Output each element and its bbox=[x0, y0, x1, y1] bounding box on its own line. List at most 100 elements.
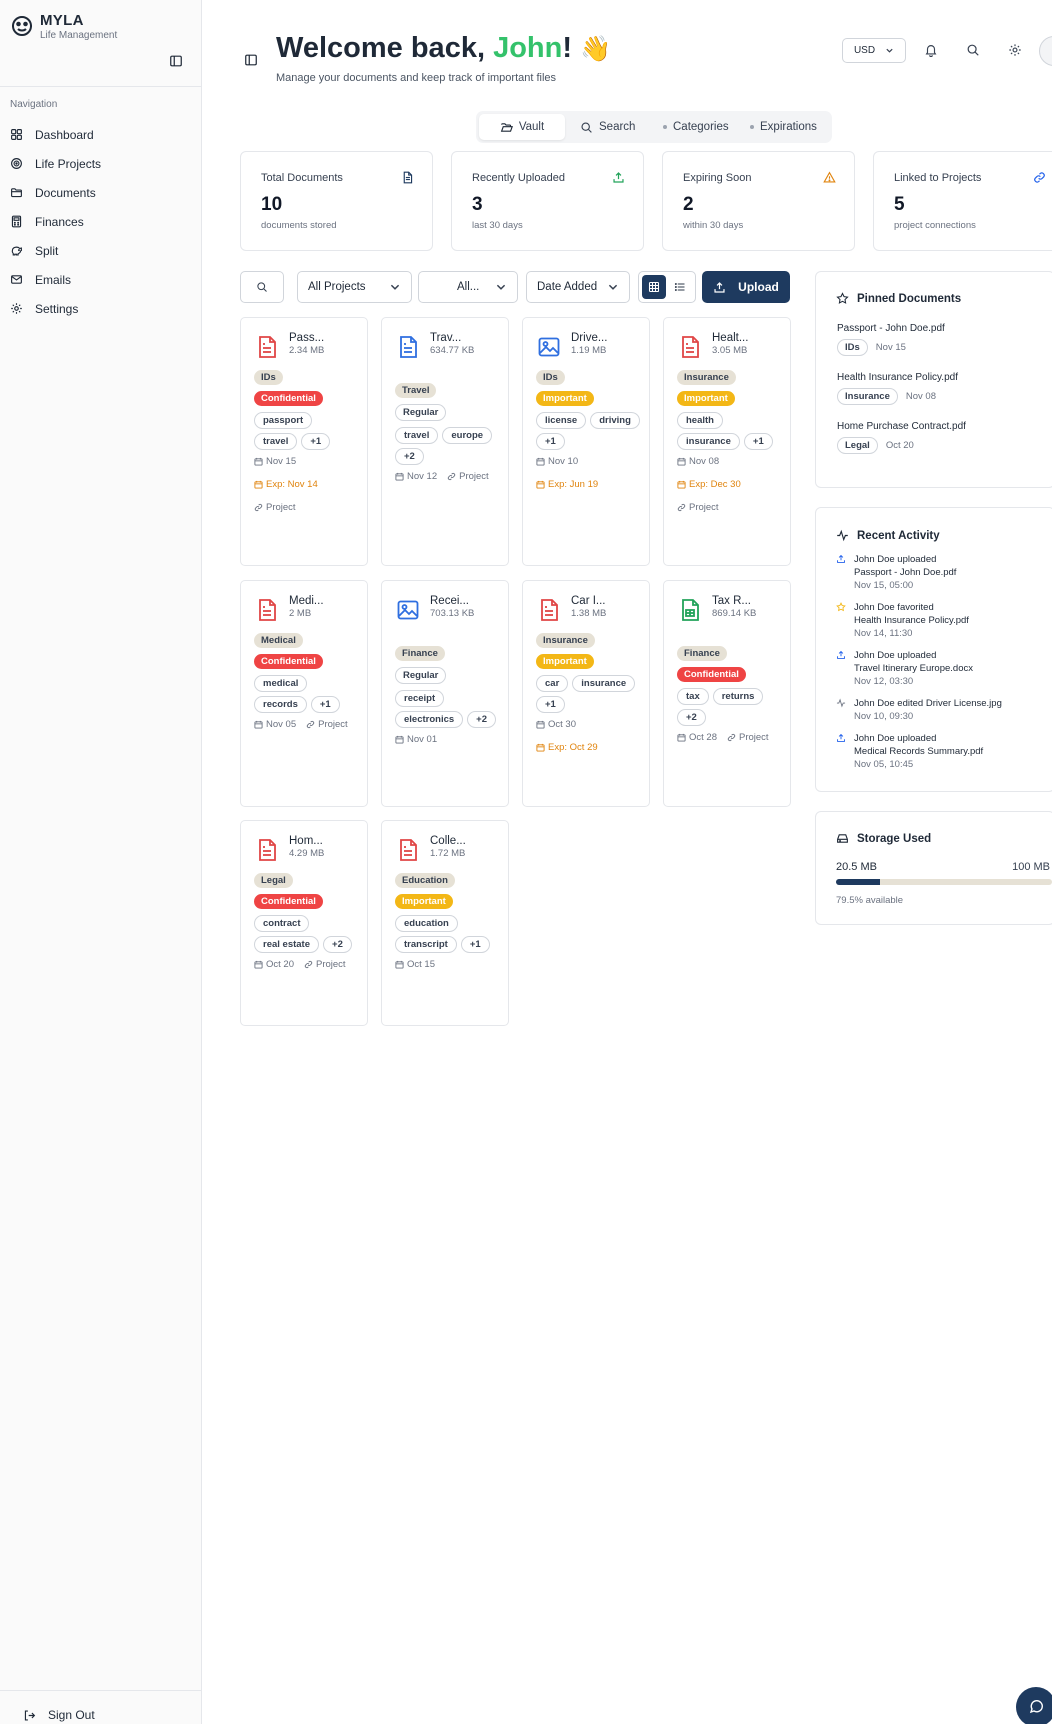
user-name: John bbox=[493, 32, 563, 64]
storage-progress-fill bbox=[836, 879, 881, 885]
document-card[interactable]: Healt... 3.05 MB Insurance Important health i… bbox=[663, 317, 791, 566]
status-row: Confidential bbox=[254, 894, 359, 909]
search-button[interactable] bbox=[240, 271, 284, 303]
document-card[interactable]: Medi... 2 MB Medical Confidential medical rec… bbox=[240, 580, 368, 807]
activity-text: John Doe uploaded bbox=[854, 733, 937, 744]
calendar-icon bbox=[395, 960, 404, 969]
tag-badge: medical bbox=[254, 675, 308, 692]
chevron-down-icon bbox=[390, 284, 400, 290]
tab-search[interactable]: Search bbox=[580, 114, 635, 140]
document-header: Car I... 1.38 MB bbox=[537, 595, 619, 624]
sign-out-button[interactable]: Sign Out bbox=[23, 1708, 95, 1722]
pinned-name: Passport - John Doe.pdf bbox=[837, 323, 945, 334]
pinned-meta: Legal Oct 20 bbox=[837, 437, 1037, 454]
tag-row: tax returns +2 bbox=[677, 688, 782, 726]
status-row: Regular bbox=[395, 667, 500, 684]
pinned-item[interactable]: Passport - John Doe.pdf IDs Nov 15 bbox=[837, 323, 1037, 356]
category-badge: Finance bbox=[677, 646, 727, 661]
tag-row: education transcript +1 bbox=[395, 915, 500, 953]
tag-badge: +1 bbox=[536, 696, 565, 713]
calendar-icon bbox=[254, 720, 263, 729]
document-body: Medical Confidential medical records +1 Nov 0… bbox=[254, 633, 359, 730]
document-card[interactable]: Hom... 4.29 MB Legal Confidential contract re… bbox=[240, 820, 368, 1026]
category-row: Legal bbox=[254, 873, 359, 888]
sidebar-item-dashboard[interactable]: Dashboard bbox=[10, 120, 190, 149]
grid-view-button[interactable] bbox=[642, 275, 666, 299]
category-row: IDs bbox=[536, 370, 641, 385]
tab-categories[interactable]: Categories bbox=[663, 114, 729, 140]
sidebar-item-split[interactable]: Split bbox=[10, 236, 190, 265]
document-dates: Nov 10 bbox=[536, 456, 641, 467]
document-meta: Healt... 3.05 MB bbox=[712, 332, 760, 361]
document-body: Legal Confidential contract real estate +2 Oc… bbox=[254, 873, 359, 970]
category-row: Education bbox=[395, 873, 500, 888]
sort-select[interactable]: Date Added bbox=[526, 271, 630, 303]
sidebar-item-label: Split bbox=[35, 243, 59, 258]
status-row: Confidential bbox=[677, 667, 782, 682]
project-filter-select[interactable]: All Projects bbox=[297, 271, 412, 303]
mail-icon bbox=[11, 275, 22, 284]
search-icon[interactable] bbox=[966, 43, 980, 57]
pinned-item[interactable]: Health Insurance Policy.pdf Insurance Nov … bbox=[837, 372, 1037, 405]
tag-badge: +2 bbox=[467, 711, 497, 728]
list-view-button[interactable] bbox=[668, 275, 692, 299]
pinned-item[interactable]: Home Purchase Contract.pdf Legal Oct 20 bbox=[837, 421, 1037, 454]
document-card[interactable]: Tax R... 869.14 KB Finance Confidential tax r… bbox=[663, 580, 791, 807]
settings-icon[interactable] bbox=[1008, 43, 1022, 57]
upload-button[interactable]: Upload bbox=[702, 271, 790, 303]
status-row: Confidential bbox=[254, 391, 359, 406]
upload-icon bbox=[613, 172, 624, 183]
project-link[interactable]: Project bbox=[304, 959, 346, 970]
document-body: Education Important education transcript +1 O… bbox=[395, 873, 500, 970]
upload-icon bbox=[714, 281, 725, 293]
chevron-down-icon bbox=[886, 48, 893, 53]
document-card[interactable]: Pass... 2.34 MB IDs Confidential passport tra… bbox=[240, 317, 368, 566]
sidebar-item-finances[interactable]: Finances bbox=[10, 207, 190, 236]
project-link[interactable]: Project bbox=[677, 502, 719, 513]
avatar[interactable] bbox=[1039, 36, 1052, 66]
project-link[interactable]: Project bbox=[254, 502, 296, 513]
tab-vault[interactable]: Vault bbox=[479, 114, 565, 140]
sidebar-item-label: Life Projects bbox=[35, 156, 102, 171]
document-card[interactable]: Recei... 703.13 KB Finance Regular receipt el… bbox=[381, 580, 509, 807]
document-card[interactable]: Trav... 634.77 KB Travel Regular travel europ… bbox=[381, 317, 509, 566]
tab-expirations[interactable]: Expirations bbox=[750, 114, 817, 140]
brand[interactable]: MYLA Life Management bbox=[10, 12, 117, 41]
sidebar-item-documents[interactable]: Documents bbox=[10, 178, 190, 207]
document-card[interactable]: Colle... 1.72 MB Education Important educati… bbox=[381, 820, 509, 1026]
grid-icon bbox=[11, 129, 22, 140]
currency-select[interactable]: USD bbox=[842, 38, 906, 63]
document-title: Pass... bbox=[289, 332, 325, 344]
sidebar-item-emails[interactable]: Emails bbox=[10, 265, 190, 294]
sidebar-toggle-icon[interactable] bbox=[169, 54, 183, 68]
stat-label: Recently Uploaded bbox=[472, 172, 565, 184]
bell-icon[interactable] bbox=[924, 43, 938, 57]
upload-icon bbox=[837, 733, 845, 742]
stat-sub: within 30 days bbox=[683, 220, 744, 231]
sidebar-divider bbox=[0, 86, 202, 87]
project-text: Project bbox=[739, 732, 769, 743]
type-filter-select[interactable]: All... bbox=[418, 271, 518, 303]
document-size: 2 MB bbox=[289, 608, 312, 619]
document-title: Colle... bbox=[430, 835, 466, 847]
tag-badge: receipt bbox=[395, 690, 445, 707]
document-card[interactable]: Car I... 1.38 MB Insurance Important car insu… bbox=[522, 580, 650, 807]
document-card[interactable]: Drive... 1.19 MB IDs Important license drivin… bbox=[522, 317, 650, 566]
project-link[interactable]: Project bbox=[447, 471, 489, 482]
stat-value: 10 bbox=[261, 194, 283, 215]
activity-time: Nov 10, 09:30 bbox=[854, 711, 914, 722]
project-link[interactable]: Project bbox=[727, 732, 769, 743]
stat-card-linked: Linked to Projects 5 project connections bbox=[873, 151, 1052, 251]
sidebar-item-settings[interactable]: Settings bbox=[10, 294, 190, 323]
project-link[interactable]: Project bbox=[306, 719, 348, 730]
document-meta: Car I... 1.38 MB bbox=[571, 595, 619, 624]
category-badge: Medical bbox=[254, 633, 303, 648]
status-badge: Important bbox=[395, 894, 453, 909]
folder-icon bbox=[11, 188, 22, 198]
panel-toggle-icon[interactable] bbox=[244, 53, 258, 67]
pdf-icon bbox=[400, 839, 417, 861]
view-tabs: Vault Search Categories Expirations bbox=[476, 111, 832, 143]
pdf-icon bbox=[541, 599, 558, 621]
chat-button[interactable] bbox=[1016, 1687, 1052, 1724]
sidebar-item-life-projects[interactable]: Life Projects bbox=[10, 149, 190, 178]
